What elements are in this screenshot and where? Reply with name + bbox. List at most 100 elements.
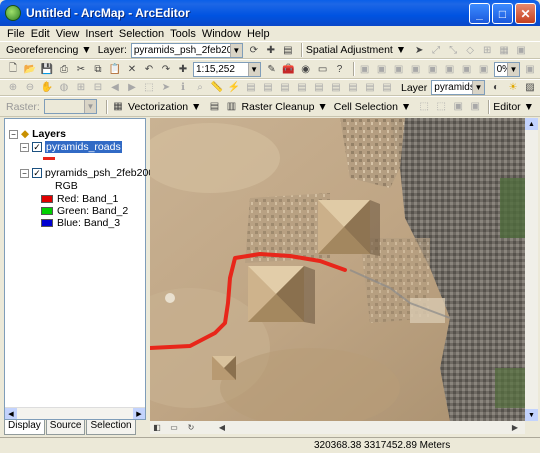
tool-icon[interactable]: ▤ [312, 81, 326, 95]
tool-icon[interactable]: ▤ [278, 81, 292, 95]
scroll-right-icon[interactable]: ▶ [133, 408, 145, 419]
add-data-icon[interactable]: ✚ [176, 62, 190, 76]
menu-help[interactable]: Help [247, 28, 270, 40]
copy-icon[interactable]: ⧉ [91, 62, 105, 76]
map-vertical-scrollbar[interactable]: ▲ ▼ [525, 118, 538, 421]
menu-selection[interactable]: Selection [119, 28, 164, 40]
layers-root[interactable]: − ◆ Layers [9, 128, 66, 140]
select-elements-icon[interactable]: ➤ [412, 43, 426, 57]
command-line-icon[interactable]: ▭ [316, 62, 330, 76]
tool-icon[interactable]: ▤ [346, 81, 360, 95]
tool-icon[interactable]: ▤ [363, 81, 377, 95]
collapse-icon[interactable]: − [20, 168, 29, 178]
transparency-icon[interactable]: ▨ [523, 81, 537, 95]
close-button[interactable]: ✕ [515, 3, 536, 24]
cut-icon[interactable]: ✂ [74, 62, 88, 76]
pan-icon[interactable]: ✋ [40, 81, 54, 95]
full-extent-icon[interactable]: ◍ [57, 81, 71, 95]
tool-icon[interactable]: ▤ [329, 81, 343, 95]
editor-toolbar-icon[interactable]: ✎ [265, 62, 279, 76]
fixed-zoom-out-icon[interactable]: ⊟ [91, 81, 105, 95]
scroll-left-icon[interactable]: ◀ [215, 421, 229, 435]
undo-icon[interactable]: ↶ [142, 62, 156, 76]
tab-selection[interactable]: Selection [86, 420, 136, 435]
layer-pyramids-raster[interactable]: − ✓ pyramids_psh_2feb2002_ [20, 167, 166, 179]
fixed-zoom-in-icon[interactable]: ⊞ [74, 81, 88, 95]
redo-icon[interactable]: ↷ [159, 62, 173, 76]
delete-icon[interactable]: ✕ [125, 62, 139, 76]
scroll-down-icon[interactable]: ▼ [525, 409, 538, 421]
save-icon[interactable]: 💾 [40, 62, 54, 76]
open-icon[interactable]: 📂 [23, 62, 37, 76]
raster-cleanup-menu[interactable]: Raster Cleanup ▼ [241, 101, 327, 113]
layout-view-icon[interactable]: ▭ [167, 421, 181, 435]
select-elements-icon[interactable]: ➤ [159, 81, 173, 95]
select-cells-icon[interactable]: ⬚ [417, 100, 431, 114]
tool-icon[interactable]: ▤ [261, 81, 275, 95]
scroll-up-icon[interactable]: ▲ [525, 118, 538, 130]
collapse-icon[interactable]: − [9, 129, 18, 139]
arctoolbox-icon[interactable]: 🧰 [282, 62, 296, 76]
cell-selection-menu[interactable]: Cell Selection ▼ [334, 101, 412, 113]
paste-icon[interactable]: 📋 [108, 62, 122, 76]
measure-icon[interactable]: 📏 [210, 81, 224, 95]
modify-link-icon[interactable]: ⤡ [446, 43, 460, 57]
refresh-icon[interactable]: ↻ [184, 421, 198, 435]
collapse-icon[interactable]: − [20, 142, 29, 152]
vectorization-settings-icon[interactable]: ▦ [111, 100, 125, 114]
zoom-percent-select[interactable]: 0% ▼ [493, 61, 520, 77]
effects-layer-select[interactable]: pyramids_psh_2feb2002_ ▼ [431, 80, 485, 95]
whats-this-icon[interactable]: ? [333, 62, 347, 76]
raster-tool-icon[interactable]: ▣ [468, 100, 482, 114]
zoom-out-icon[interactable]: ⊖ [23, 81, 37, 95]
new-limited-area-icon[interactable]: ▦ [497, 43, 511, 57]
layout-tool-icon[interactable]: ▣ [460, 62, 474, 76]
select-features-icon[interactable]: ⬚ [142, 81, 156, 95]
raster-tool-icon[interactable]: ▣ [451, 100, 465, 114]
georeferencing-menu[interactable]: Georeferencing ▼ [6, 44, 92, 56]
layout-tool-icon[interactable]: ▣ [375, 62, 389, 76]
editor-menu[interactable]: Editor ▼ [493, 101, 534, 113]
layout-tool-icon[interactable]: ▣ [443, 62, 457, 76]
tool-icon[interactable]: ▤ [380, 81, 394, 95]
spatial-adjustment-menu[interactable]: Spatial Adjustment ▼ [306, 44, 406, 56]
new-document-icon[interactable]: 🗋 [6, 62, 20, 76]
map-horizontal-scrollbar[interactable]: ◧ ▭ ↻ ◀ ▶ [150, 421, 525, 434]
menu-insert[interactable]: Insert [85, 28, 113, 40]
arccatalog-icon[interactable]: ◉ [299, 62, 313, 76]
new-identity-link-icon[interactable]: ⊞ [480, 43, 494, 57]
raster-snapping-icon[interactable]: ▤ [207, 100, 221, 114]
forward-extent-icon[interactable]: ▶ [125, 81, 139, 95]
tool-icon[interactable]: ▤ [244, 81, 258, 95]
link-table-icon[interactable]: ▤ [281, 43, 295, 57]
layout-tool-icon[interactable]: ▣ [426, 62, 440, 76]
contrast-icon[interactable]: ◐ [489, 81, 503, 95]
scroll-right-icon[interactable]: ▶ [508, 421, 522, 435]
tab-display[interactable]: Display [4, 420, 45, 435]
menu-tools[interactable]: Tools [170, 28, 196, 40]
layout-tool-icon[interactable]: ▣ [477, 62, 491, 76]
tab-source[interactable]: Source [45, 420, 86, 435]
raster-cleanup-icon[interactable]: ▥ [224, 100, 238, 114]
layout-tool-icon[interactable]: ▣ [523, 62, 537, 76]
maximize-button[interactable]: □ [492, 3, 513, 24]
tool-icon[interactable]: ▤ [295, 81, 309, 95]
layout-tool-icon[interactable]: ▣ [392, 62, 406, 76]
clear-limited-area-icon[interactable]: ▣ [514, 43, 528, 57]
scroll-left-icon[interactable]: ◀ [5, 408, 17, 419]
select-connected-cells-icon[interactable]: ⬚ [434, 100, 448, 114]
layout-tool-icon[interactable]: ▣ [409, 62, 423, 76]
new-displacement-link-icon[interactable]: ⤢ [429, 43, 443, 57]
menu-file[interactable]: File [7, 28, 25, 40]
layer-pyramids-roads[interactable]: − ✓ pyramids_roads [20, 141, 122, 153]
vectorization-menu[interactable]: Vectorization ▼ [128, 101, 201, 113]
menu-window[interactable]: Window [202, 28, 241, 40]
zoom-in-icon[interactable]: ⊕ [6, 81, 20, 95]
identify-icon[interactable]: ℹ [176, 81, 190, 95]
add-control-points-icon[interactable]: ✚ [264, 43, 278, 57]
find-icon[interactable]: ⌕ [193, 81, 207, 95]
multiple-displacement-icon[interactable]: ◇ [463, 43, 477, 57]
minimize-button[interactable]: _ [469, 3, 490, 24]
rotate-icon[interactable]: ⟳ [247, 43, 261, 57]
menu-edit[interactable]: Edit [31, 28, 50, 40]
